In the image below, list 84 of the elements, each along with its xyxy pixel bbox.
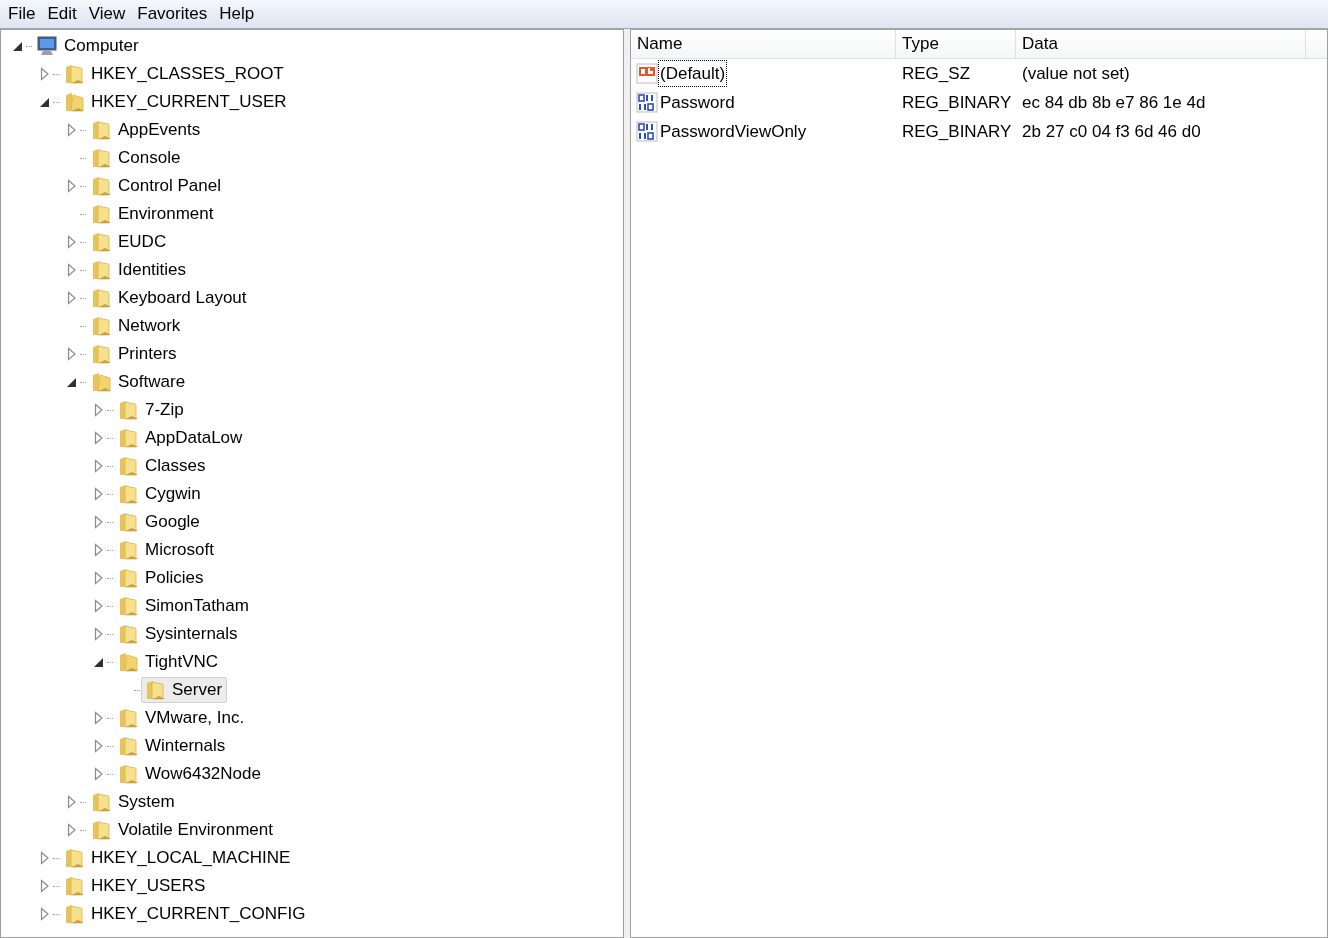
- tree-item[interactable]: VMware, Inc.: [114, 705, 250, 731]
- tree-item[interactable]: Environment: [87, 201, 219, 227]
- tree-item[interactable]: Control Panel: [87, 173, 226, 199]
- string-value-icon: [636, 62, 658, 85]
- folder-icon: [117, 427, 139, 449]
- tree-item[interactable]: Server: [141, 677, 228, 703]
- value-data: (value not set): [1021, 62, 1131, 85]
- folder-icon: [63, 847, 85, 869]
- tree-item[interactable]: Keyboard Layout: [87, 285, 252, 311]
- tree-item[interactable]: TightVNC: [114, 649, 224, 675]
- folder-icon: [90, 203, 112, 225]
- folder-icon: [90, 315, 112, 337]
- tree-item[interactable]: Identities: [87, 257, 192, 283]
- folder-icon: [117, 735, 139, 757]
- tree-item[interactable]: HKEY_CLASSES_ROOT: [60, 61, 289, 87]
- binary-value-icon: [636, 120, 658, 143]
- value-name[interactable]: PasswordViewOnly: [658, 117, 809, 146]
- folder-icon: [90, 819, 112, 841]
- folder-icon: [117, 567, 139, 589]
- tree-item[interactable]: Classes: [114, 453, 211, 479]
- folder-icon: [63, 91, 85, 113]
- value-type: REG_BINARY: [901, 91, 1013, 114]
- tree-item[interactable]: 7-Zip: [114, 397, 189, 423]
- folder-icon: [117, 651, 139, 673]
- menu-item[interactable]: File: [2, 2, 42, 26]
- tree-item[interactable]: Microsoft: [114, 537, 219, 563]
- tree-item[interactable]: Winternals: [114, 733, 231, 759]
- tree-item[interactable]: EUDC: [87, 229, 172, 255]
- folder-icon: [90, 791, 112, 813]
- column-header[interactable]: Type: [896, 30, 1016, 58]
- tree-item[interactable]: Console: [87, 145, 186, 171]
- folder-icon: [90, 147, 112, 169]
- tree-item[interactable]: HKEY_USERS: [60, 873, 211, 899]
- folder-icon: [90, 371, 112, 393]
- tree-item[interactable]: Computer: [33, 33, 144, 59]
- tree-item[interactable]: System: [87, 789, 180, 815]
- tree-item[interactable]: HKEY_CURRENT_USER: [60, 89, 292, 115]
- value-type: REG_SZ: [901, 62, 972, 85]
- tree-item[interactable]: Printers: [87, 341, 182, 367]
- tree-item[interactable]: HKEY_LOCAL_MACHINE: [60, 845, 296, 871]
- folder-icon: [117, 707, 139, 729]
- tree-item[interactable]: HKEY_CURRENT_CONFIG: [60, 901, 311, 927]
- tree-item[interactable]: SimonTatham: [114, 593, 254, 619]
- folder-icon: [117, 623, 139, 645]
- tree-item[interactable]: AppEvents: [87, 117, 206, 143]
- tree-item[interactable]: Volatile Environment: [87, 817, 278, 843]
- value-type: REG_BINARY: [901, 120, 1013, 143]
- column-header[interactable]: Name: [631, 30, 896, 58]
- value-name[interactable]: (Default): [658, 59, 728, 88]
- tree-item[interactable]: Wow6432Node: [114, 761, 266, 787]
- tree-item[interactable]: Cygwin: [114, 481, 206, 507]
- menu-item[interactable]: View: [82, 2, 132, 26]
- value-name[interactable]: Password: [658, 88, 737, 117]
- computer-icon: [36, 36, 58, 56]
- folder-icon: [63, 903, 85, 925]
- folder-icon: [63, 875, 85, 897]
- menu-item[interactable]: Edit: [41, 2, 83, 26]
- folder-icon: [117, 511, 139, 533]
- folder-icon: [90, 287, 112, 309]
- folder-icon: [117, 483, 139, 505]
- value-data: 2b 27 c0 04 f3 6d 46 d0: [1021, 120, 1202, 143]
- folder-icon: [144, 679, 166, 701]
- tree-item[interactable]: Google: [114, 509, 205, 535]
- folder-icon: [117, 763, 139, 785]
- folder-icon: [90, 119, 112, 141]
- menu-item[interactable]: Favorites: [131, 2, 214, 26]
- folder-icon: [90, 175, 112, 197]
- folder-icon: [90, 231, 112, 253]
- folder-icon: [90, 343, 112, 365]
- menu-item[interactable]: Help: [213, 2, 261, 26]
- folder-icon: [90, 259, 112, 281]
- value-data: ec 84 db 8b e7 86 1e 4d: [1021, 91, 1207, 114]
- folder-icon: [117, 455, 139, 477]
- folder-icon: [117, 595, 139, 617]
- tree-item[interactable]: Sysinternals: [114, 621, 243, 647]
- tree-item[interactable]: Network: [87, 313, 186, 339]
- folder-icon: [117, 399, 139, 421]
- folder-icon: [117, 539, 139, 561]
- folder-icon: [63, 63, 85, 85]
- binary-value-icon: [636, 91, 658, 114]
- tree-item[interactable]: Software: [87, 369, 191, 395]
- tree-item[interactable]: AppDataLow: [114, 425, 248, 451]
- tree-item[interactable]: Policies: [114, 565, 209, 591]
- column-header[interactable]: Data: [1016, 30, 1306, 58]
